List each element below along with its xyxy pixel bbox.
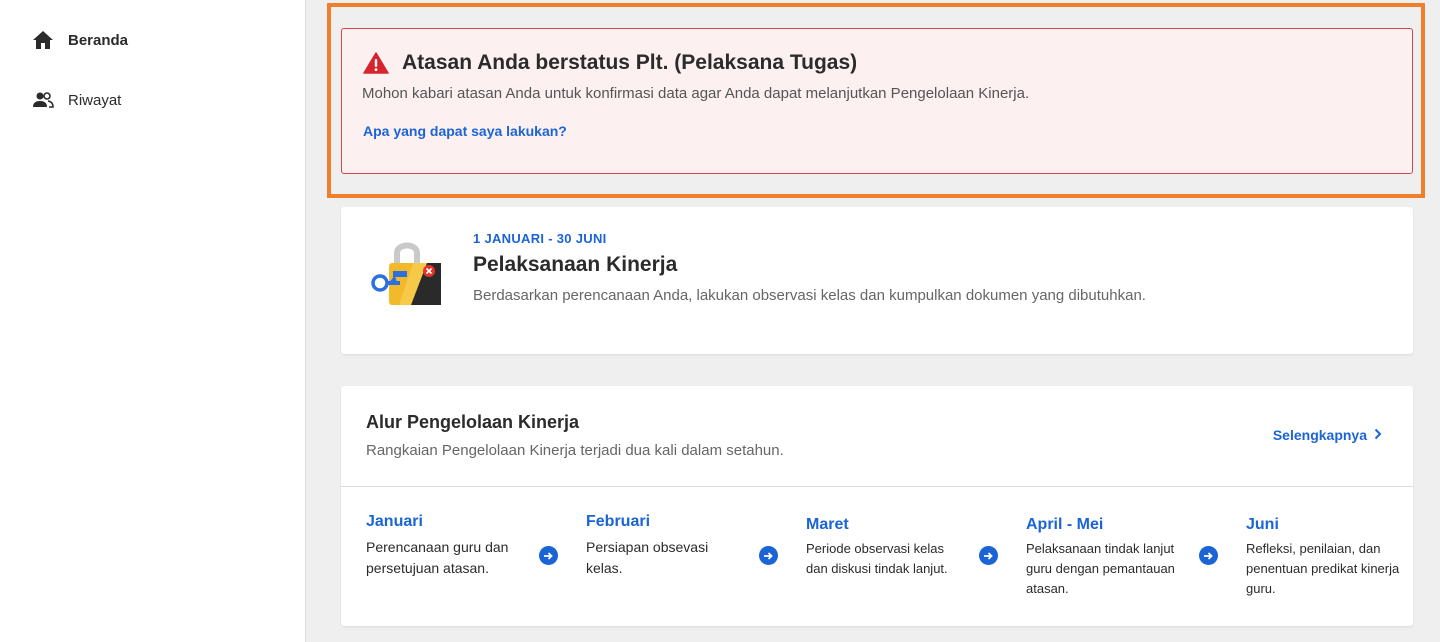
flow-step-april-may: April - Mei Pelaksanaan tindak lanjut gu… [1026,516,1176,599]
see-more-link[interactable]: Selengkapnya [1273,427,1383,443]
arrow-right-icon [1199,546,1218,565]
period-date-range: 1 JANUARI - 30 JUNI [473,231,607,246]
flow-step-january: Januari Perencanaan guru dan persetujuan… [366,513,516,579]
users-icon [32,90,54,110]
performance-card: 1 JANUARI - 30 JUNI Pelaksanaan Kinerja … [341,207,1413,354]
sidebar-item-beranda[interactable]: Beranda [32,30,128,50]
main-content: Atasan Anda berstatus Plt. (Pelaksana Tu… [306,0,1440,642]
sidebar: Beranda Riwayat [0,0,306,642]
arrow-right-icon [979,546,998,565]
flow-step-february: Februari Persiapan obsevasi kelas. [586,513,736,579]
lock-illustration-icon [367,235,447,312]
step-name: Februari [586,513,651,530]
flow-step-march: Maret Periode observasi kelas dan diskus… [806,516,956,579]
chevron-right-icon [1373,427,1383,443]
step-name: Juni [1246,516,1279,533]
divider [341,486,1413,487]
sidebar-item-label: Riwayat [68,91,122,109]
see-more-label: Selengkapnya [1272,427,1367,443]
warning-icon [363,52,389,79]
step-description: Refleksi, penilaian, dan penentuan predi… [1246,541,1400,596]
step-description: Perencanaan guru dan persetujuan atasan. [366,539,509,576]
step-description: Periode observasi kelas dan diskusi tind… [806,541,948,576]
step-name: April - Mei [1026,516,1104,533]
arrow-right-icon [539,546,558,565]
flow-step-june: Juni Refleksi, penilaian, dan penentuan … [1246,516,1401,599]
step-description: Pelaksanaan tindak lanjut guru dengan pe… [1026,541,1175,596]
sidebar-item-label: Beranda [68,31,129,49]
sidebar-item-riwayat[interactable]: Riwayat [32,90,121,110]
what-can-i-do-link[interactable]: Apa yang dapat saya lakukan? [363,123,567,139]
performance-title: Pelaksanaan Kinerja [473,253,678,276]
flow-card: Alur Pengelolaan Kinerja Rangkaian Penge… [341,386,1413,626]
alert-title: Atasan Anda berstatus Plt. (Pelaksana Tu… [402,51,858,74]
home-icon [32,30,54,50]
plt-status-alert: Atasan Anda berstatus Plt. (Pelaksana Tu… [341,28,1413,174]
step-name: Maret [806,516,849,533]
step-description: Persiapan obsevasi kelas. [586,539,709,576]
flow-title: Alur Pengelolaan Kinerja [366,412,580,432]
step-name: Januari [366,513,423,530]
alert-description: Mohon kabari atasan Anda untuk konfirmas… [362,85,1030,102]
flow-subtitle: Rangkaian Pengelolaan Kinerja terjadi du… [366,442,784,459]
performance-description: Berdasarkan perencanaan Anda, lakukan ob… [473,287,1146,304]
arrow-right-icon [759,546,778,565]
